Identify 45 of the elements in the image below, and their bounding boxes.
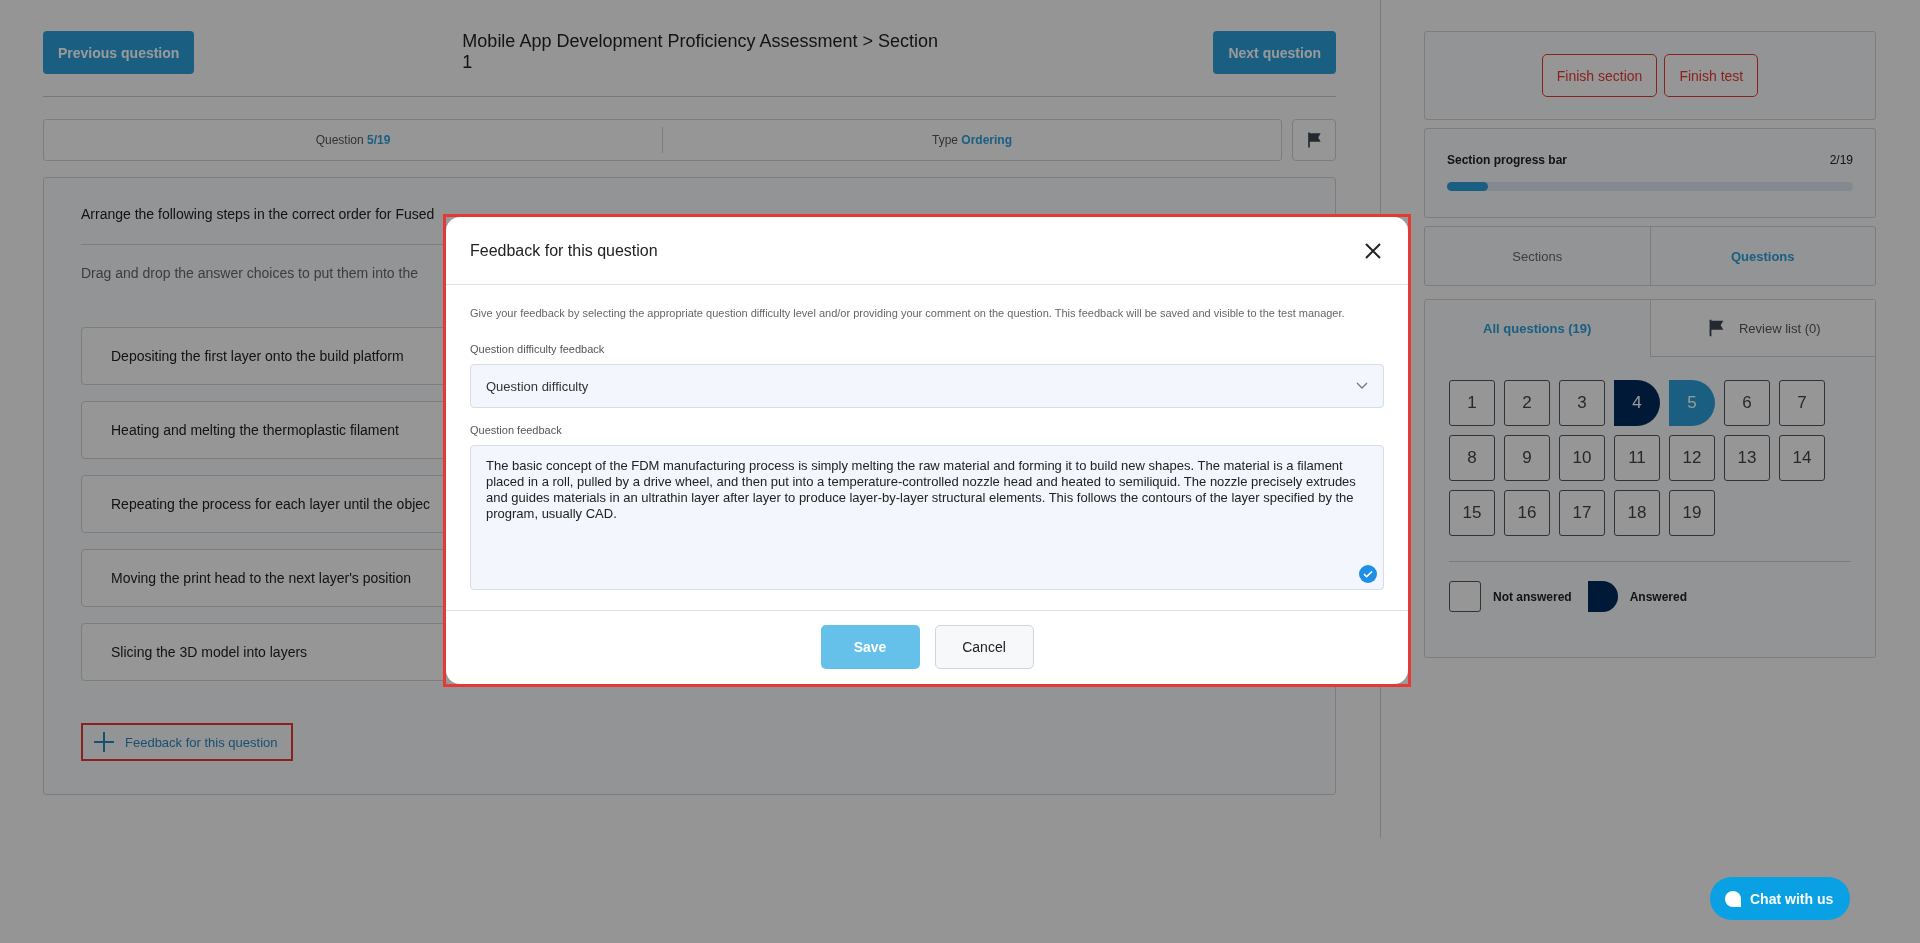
field-label: Question feedback: [470, 424, 563, 436]
feedback-link[interactable]: Feedback for this question: [81, 723, 294, 761]
list-tab[interactable]: Review list (0): [1649, 300, 1875, 357]
question-number-button[interactable]: 12: [1669, 435, 1715, 481]
legend-label: Not answered: [1493, 589, 1572, 604]
question-number-button[interactable]: 9: [1504, 435, 1550, 481]
flag-button[interactable]: [1292, 119, 1336, 161]
finish-button[interactable]: Finish test: [1664, 54, 1759, 97]
question-number-button[interactable]: 14: [1779, 435, 1825, 481]
question-number-text: Question 5/19: [44, 127, 663, 153]
question-number-button[interactable]: 11: [1614, 435, 1660, 481]
question-number-button[interactable]: 19: [1669, 490, 1715, 536]
question-number-button[interactable]: 8: [1449, 435, 1495, 481]
question-number-button[interactable]: 6: [1724, 380, 1770, 426]
finish-button[interactable]: Finish section: [1541, 54, 1658, 97]
progress-count: 2/19: [1829, 153, 1853, 167]
unanswered-swatch: [1449, 581, 1481, 612]
plus-icon: [93, 731, 115, 753]
answered-swatch: [1587, 581, 1618, 612]
dialog-description: Give your feedback by selecting the appropriate question difficulty level and/or providing your comment on the question. This feedback will be saved and visible to the test manager.: [470, 307, 1346, 319]
question-number-button[interactable]: 1: [1449, 380, 1495, 426]
field-label: Question difficulty feedback: [470, 343, 606, 355]
feedback-textarea[interactable]: The basic concept of the FDM manufacturing process is simply melting the raw material and forming it to build new shapes. The material is a filament placed in a roll, pulled by a drive wheel, and then put into a temperature-controlled nozzle head and heated to semiliquid. The nozzle precisely extrudes and guides materials in an ultrathin layer after layer to produce layer-by-layer structural elements. This follows the contours of the layer specified by the program, usually CAD.: [470, 445, 1384, 590]
question-type-text: Type Ordering: [931, 132, 1013, 149]
difficulty-select[interactable]: Question difficulty: [470, 364, 1384, 408]
chat-button[interactable]: Chat with us: [1710, 877, 1851, 920]
question-number-button[interactable]: 2: [1504, 380, 1550, 426]
question-number-button[interactable]: 15: [1449, 490, 1495, 536]
check-circle-icon: [1359, 565, 1377, 583]
question-number-button[interactable]: 18: [1614, 490, 1660, 536]
view-tab[interactable]: Sections: [1425, 227, 1651, 285]
question-number-button[interactable]: 17: [1559, 490, 1605, 536]
progress-label: Section progress bar: [1447, 153, 1568, 167]
legend-label: Answered: [1629, 589, 1688, 604]
question-number-button[interactable]: 16: [1504, 490, 1550, 536]
question-number-button[interactable]: 3: [1559, 380, 1605, 426]
instruction-text: Drag and drop the answer choices to put them into the: [81, 265, 419, 281]
question-number-button[interactable]: 10: [1559, 435, 1605, 481]
cancel-button[interactable]: Cancel: [934, 625, 1034, 669]
question-number-button[interactable]: 7: [1779, 380, 1825, 426]
question-number-button[interactable]: 13: [1724, 435, 1770, 481]
page-title: Mobile App Development Proficiency Assessment > Section 1: [462, 31, 940, 73]
chevron-down-icon: [1356, 382, 1368, 390]
speech-bubble-icon: [1724, 889, 1742, 908]
question-number-button[interactable]: 4: [1614, 380, 1660, 426]
